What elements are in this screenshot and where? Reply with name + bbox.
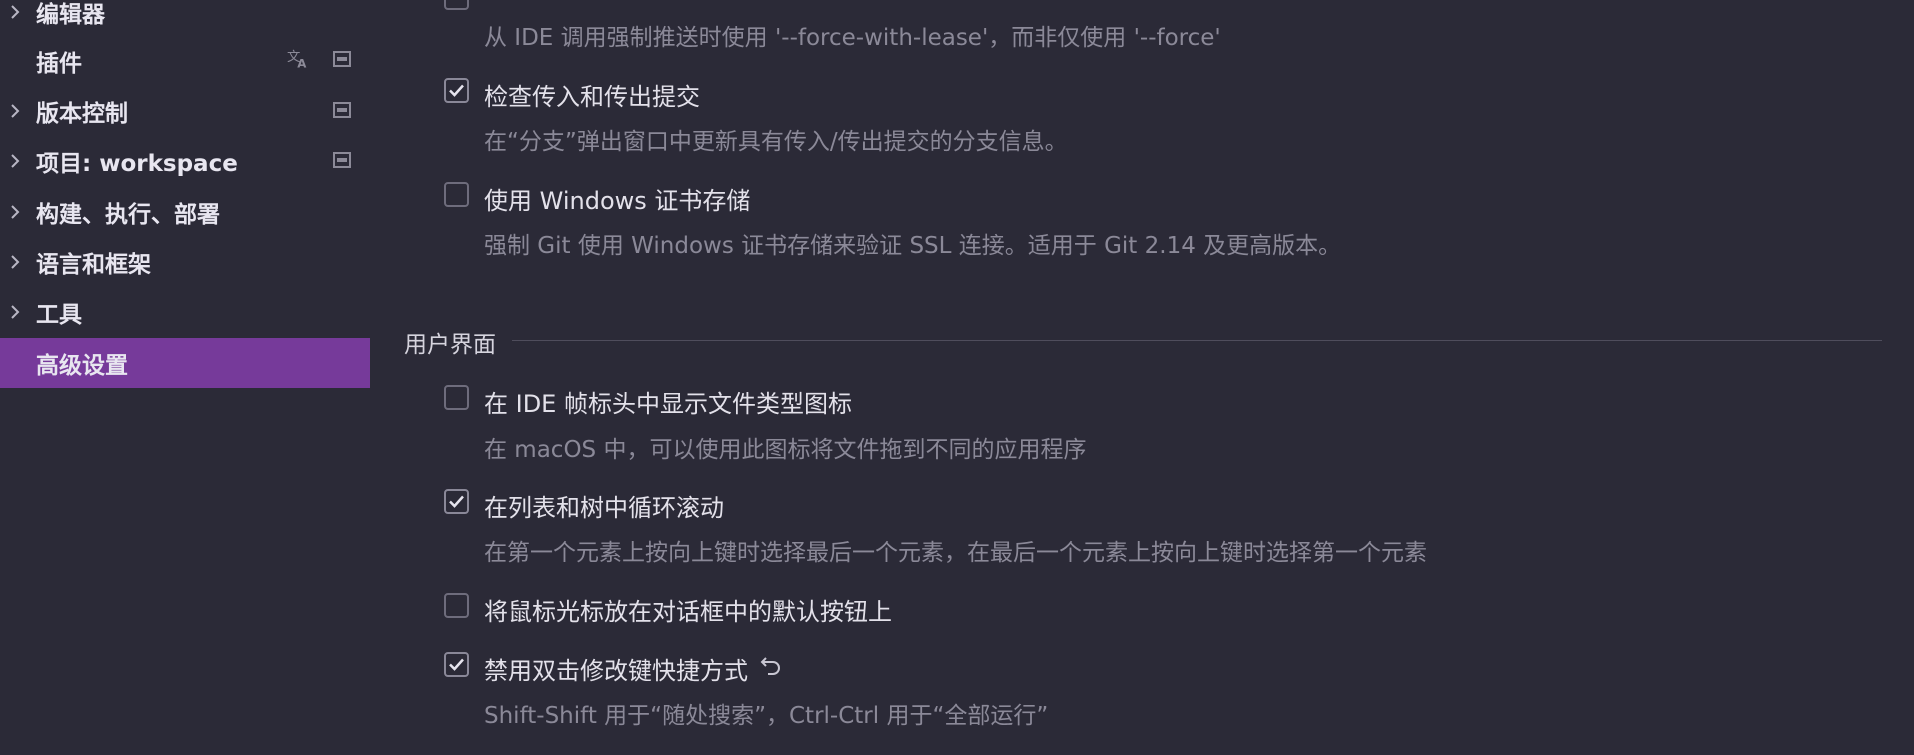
project-scope-icon [331, 149, 353, 171]
chevron-right-icon [6, 152, 24, 170]
option-description: Shift-Shift 用于“随处搜索”，Ctrl-Ctrl 用于“全部运行” [484, 703, 1049, 729]
chevron-right-icon [6, 303, 24, 321]
checkbox[interactable] [444, 489, 469, 514]
sidebar-item-label: 语言和框架 [36, 252, 151, 278]
checkmark-icon [449, 84, 464, 97]
option-title: 禁用双击修改键快捷方式 [484, 657, 748, 685]
project-scope-icon [331, 48, 353, 70]
option-description: 强制 Git 使用 Windows 证书存储来验证 SSL 连接。适用于 Git… [484, 233, 1342, 259]
sidebar-item-languages[interactable]: 语言和框架 [0, 237, 370, 287]
option-description: 从 IDE 调用强制推送时使用 '--force-with-lease'，而非仅… [484, 25, 1221, 51]
option-title: 检查传入和传出提交 [484, 83, 700, 111]
checkbox[interactable] [444, 0, 469, 10]
option-description: 在 macOS 中，可以使用此图标将文件拖到不同的应用程序 [484, 437, 1087, 463]
checkbox[interactable] [444, 593, 469, 618]
chevron-right-icon [6, 102, 24, 120]
sidebar-item-build[interactable]: 构建、执行、部署 [0, 187, 370, 237]
sidebar-item-label: 编辑器 [36, 2, 105, 28]
settings-content: 从 IDE 调用强制推送时使用 '--force-with-lease'，而非仅… [370, 0, 1914, 755]
section-divider [512, 340, 1882, 341]
checkbox[interactable] [444, 385, 469, 410]
sidebar-item-label: 版本控制 [36, 101, 128, 127]
option-title: 将鼠标光标放在对话框中的默认按钮上 [484, 598, 892, 626]
checkbox[interactable] [444, 652, 469, 677]
chevron-right-icon [6, 203, 24, 221]
section-title: 用户界面 [404, 332, 496, 358]
sidebar-item-label: 构建、执行、部署 [36, 202, 220, 228]
sidebar-item-tools[interactable]: 工具 [0, 287, 370, 337]
sidebar-item-label: 插件 [36, 51, 82, 77]
sidebar-item-editor[interactable]: 编辑器 [0, 0, 370, 37]
chevron-right-icon [6, 3, 24, 21]
option-title: 使用 Windows 证书存储 [484, 187, 751, 215]
svg-text:A: A [297, 56, 307, 70]
sidebar-item-plugins[interactable]: 插件 [0, 36, 370, 86]
sidebar-item-advanced-settings[interactable]: 高级设置 [0, 338, 370, 388]
checkmark-icon [449, 495, 464, 508]
sidebar-item-project[interactable]: 项目: workspace [0, 136, 370, 186]
option-description: 在“分支”弹出窗口中更新具有传入/传出提交的分支信息。 [484, 129, 1068, 155]
checkbox[interactable] [444, 78, 469, 103]
sidebar-item-label: 工具 [36, 302, 82, 328]
sidebar-item-label: 项目: workspace [36, 151, 238, 177]
project-scope-icon [331, 99, 353, 121]
option-title: 在列表和树中循环滚动 [484, 494, 724, 522]
settings-sidebar: 编辑器 插件 文 A 版本控制 项目: workspace 构建、执行、部署 语… [0, 0, 370, 755]
sidebar-item-version-control[interactable]: 版本控制 [0, 86, 370, 136]
chevron-right-icon [6, 253, 24, 271]
option-title: 在 IDE 帧标头中显示文件类型图标 [484, 390, 852, 418]
option-description: 在第一个元素上按向上键时选择最后一个元素，在最后一个元素上按向上键时选择第一个元… [484, 540, 1427, 566]
checkbox[interactable] [444, 182, 469, 207]
translate-icon[interactable]: 文 A [287, 47, 309, 70]
checkmark-icon [449, 658, 464, 671]
sidebar-item-label: 高级设置 [36, 353, 128, 379]
reset-icon[interactable] [758, 652, 784, 678]
